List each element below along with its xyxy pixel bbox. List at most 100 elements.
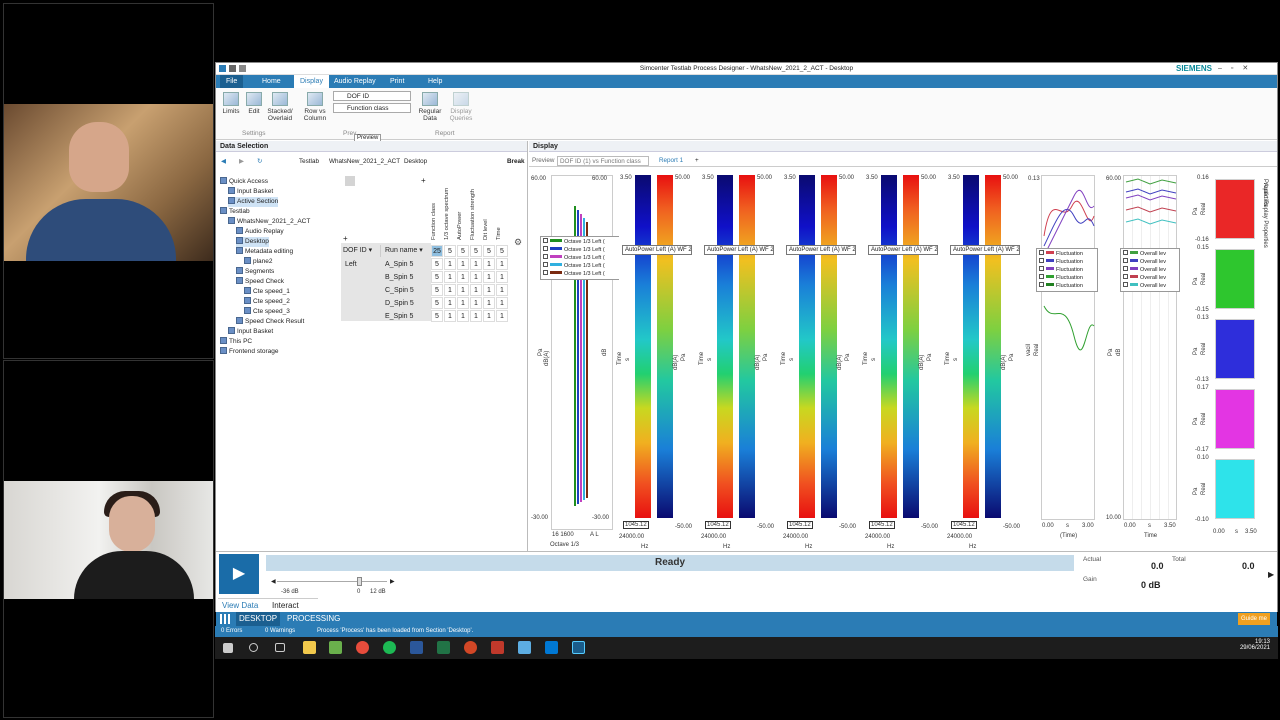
- tab-file[interactable]: File: [220, 75, 244, 88]
- tree-item[interactable]: Input Basket: [228, 187, 273, 197]
- guide-me-button[interactable]: Guide me: [1238, 613, 1271, 625]
- table-row[interactable]: B_Spin 5: [341, 272, 431, 284]
- spectrogram-chart[interactable]: 3.50 50.00 -50.00 1045.12 24000.00 Hz Time s dB(…: [945, 175, 1025, 550]
- grid-cell[interactable]: 1: [444, 271, 456, 283]
- tree-item[interactable]: Input Basket: [228, 327, 273, 337]
- add-row-icon[interactable]: +: [343, 234, 348, 243]
- spectrogram-chart[interactable]: 3.50 50.00 -50.00 1045.12 24000.00 Hz Time s dB(…: [863, 175, 943, 550]
- grid-cell[interactable]: 1: [470, 271, 482, 283]
- grid-cell[interactable]: 1: [470, 284, 482, 296]
- grid-cell[interactable]: 25: [431, 245, 443, 257]
- add-icon[interactable]: +: [421, 176, 426, 185]
- word-icon[interactable]: [410, 641, 423, 654]
- stacked-overlaid-button[interactable]: Stacked/ Overlaid: [266, 92, 294, 122]
- fluctuation-chart[interactable]: 0.13 0.00 s 3.00 (Time) vacil Real Fluctuation F…: [1026, 175, 1098, 539]
- tab-audio-replay[interactable]: Audio Replay: [328, 75, 382, 88]
- filter-icon[interactable]: [345, 176, 355, 186]
- legend-checkbox[interactable]: [1039, 250, 1044, 255]
- overall-level-chart[interactable]: 60.00 10.00 0.00 s 3.50 Time Pa dB Overall lev Ov…: [1106, 175, 1180, 539]
- legend-checkbox[interactable]: [1123, 250, 1128, 255]
- tree-item[interactable]: Speed Check Result: [236, 317, 304, 327]
- tree-item[interactable]: Cte speed_2: [244, 297, 290, 307]
- slider-right-arrow[interactable]: ▶: [390, 578, 395, 585]
- spectrogram-chart[interactable]: 3.50 50.00 -50.00 1045.12 24000.00 Hz Time s dB(…: [699, 175, 779, 550]
- tab-view-data[interactable]: View Data: [222, 601, 258, 610]
- tree-item[interactable]: Speed Check: [236, 277, 284, 287]
- grid-cell[interactable]: 1: [457, 271, 469, 283]
- notepad-icon[interactable]: [329, 641, 342, 654]
- grid-cell[interactable]: 5: [496, 245, 508, 257]
- legend-checkbox[interactable]: [1123, 274, 1128, 279]
- slider-thumb[interactable]: [357, 577, 362, 586]
- tree-item[interactable]: plane2: [244, 257, 273, 267]
- grid-cell[interactable]: 1: [457, 297, 469, 309]
- legend-checkbox[interactable]: [1039, 266, 1044, 271]
- play-button[interactable]: ▶: [219, 554, 259, 594]
- legend-checkbox[interactable]: [1123, 258, 1128, 263]
- tree-item[interactable]: Testlab: [220, 207, 250, 217]
- outlook-icon[interactable]: [545, 641, 558, 654]
- spectrogram-chart[interactable]: 3.50 50.00 -50.00 1045.12 24000.00 Hz Time s dB(…: [781, 175, 861, 550]
- tree-item[interactable]: WhatsNew_2021_2_ACT: [228, 217, 310, 227]
- limits-button[interactable]: Limits: [220, 92, 242, 115]
- table-row[interactable]: C_Spin 5: [341, 285, 431, 297]
- grid-cell[interactable]: 5: [483, 245, 495, 257]
- tab-home[interactable]: Home: [256, 75, 287, 88]
- window-controls[interactable]: –▫✕: [1218, 64, 1273, 72]
- grid-cell[interactable]: 5: [431, 271, 443, 283]
- forward-arrow-icon[interactable]: ▶: [239, 156, 244, 168]
- grid-cell[interactable]: 1: [483, 271, 495, 283]
- slider-left-arrow[interactable]: ◀: [271, 578, 276, 585]
- tree-item[interactable]: Cte speed_1: [244, 287, 290, 297]
- back-arrow-icon[interactable]: ◀: [221, 156, 226, 168]
- legend-checkbox[interactable]: [1039, 274, 1044, 279]
- panel-expand-icon[interactable]: ▶: [1268, 570, 1274, 579]
- grid-cell[interactable]: 1: [470, 297, 482, 309]
- windows-start-icon[interactable]: [223, 643, 233, 653]
- grid-cell[interactable]: 1: [457, 258, 469, 270]
- history-icon[interactable]: ↻: [257, 156, 262, 168]
- grid-cell[interactable]: 5: [457, 245, 469, 257]
- breadcrumb-testlab[interactable]: Testlab: [299, 156, 319, 168]
- grid-cell[interactable]: 5: [431, 258, 443, 270]
- grid-cell[interactable]: 1: [457, 310, 469, 322]
- file-explorer-icon[interactable]: [303, 641, 316, 654]
- legend-checkbox[interactable]: [1123, 282, 1128, 287]
- tree-item[interactable]: Desktop: [236, 237, 269, 247]
- grid-cell[interactable]: 5: [431, 310, 443, 322]
- snowflake-app-icon[interactable]: [518, 641, 531, 654]
- breadcrumb-project[interactable]: WhatsNew_2021_2_ACT: [329, 156, 400, 168]
- tab-display[interactable]: Display: [294, 75, 329, 88]
- side-tab-audio-replay-properties[interactable]: Audio Replay Properties: [1262, 183, 1268, 248]
- grid-cell[interactable]: 1: [470, 310, 482, 322]
- grid-cell[interactable]: 1: [496, 258, 508, 270]
- legend-checkbox[interactable]: [543, 254, 548, 259]
- legend-checkbox[interactable]: [1039, 258, 1044, 263]
- breadcrumb-desktop[interactable]: Desktop: [404, 156, 427, 168]
- grid-cell[interactable]: 1: [496, 297, 508, 309]
- run-name-header[interactable]: Run name ▾: [385, 245, 429, 257]
- dof-id-header[interactable]: DOF ID ▾: [343, 245, 381, 257]
- grid-cell[interactable]: 1: [496, 310, 508, 322]
- tree-item[interactable]: Metadata editing: [236, 247, 293, 257]
- legend-checkbox[interactable]: [1123, 266, 1128, 271]
- octave-chart[interactable]: 60.00 -30.00 60.00 -30.00 16 1600 A L Octave 1…: [531, 175, 622, 558]
- tree-item[interactable]: Segments: [236, 267, 274, 277]
- warnings-count[interactable]: 0 Warnings: [265, 626, 295, 637]
- tab-print[interactable]: Print: [384, 75, 410, 88]
- table-row[interactable]: E_Spin 5: [341, 311, 431, 323]
- testlab-taskbar-icon[interactable]: [572, 641, 585, 654]
- legend-checkbox[interactable]: [1039, 282, 1044, 287]
- grid-cell[interactable]: 1: [457, 284, 469, 296]
- tree-item[interactable]: Active Section: [228, 197, 279, 207]
- time-traces-chart[interactable]: 0.16 -0.16 Pa Real 0.15 -0.15 Pa Real 0.13 -0.13 P…: [1193, 175, 1259, 535]
- regular-data-button[interactable]: Regular Data: [416, 92, 444, 122]
- display-queries-button[interactable]: Display Queries: [446, 92, 476, 122]
- grid-cell[interactable]: 1: [444, 258, 456, 270]
- tab-help[interactable]: Help: [422, 75, 448, 88]
- grid-cell[interactable]: 5: [431, 297, 443, 309]
- processing-workflow-button[interactable]: PROCESSING: [287, 612, 340, 626]
- chrome-icon[interactable]: [356, 641, 369, 654]
- tab-interact[interactable]: Interact: [272, 601, 299, 610]
- tree-item[interactable]: Cte speed_3: [244, 307, 290, 317]
